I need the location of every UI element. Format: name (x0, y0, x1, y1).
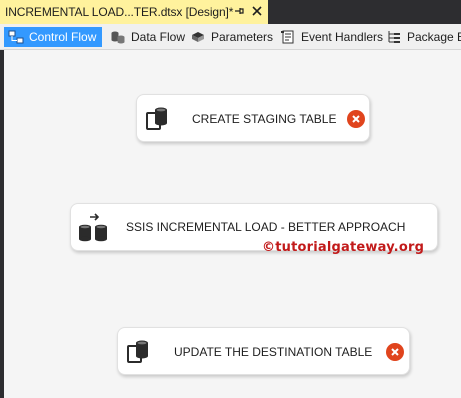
execute-sql-task-icon (124, 336, 154, 366)
task-label: CREATE STAGING TABLE (192, 112, 337, 126)
tab-parameters[interactable]: Parameters (186, 27, 273, 47)
tab-label: Package Ex (407, 30, 461, 44)
task-label: SSIS INCREMENTAL LOAD - BETTER APPROACH (126, 220, 406, 234)
tab-label: Data Flow (131, 30, 186, 44)
tab-label: Parameters (211, 30, 274, 44)
task-create-staging-table[interactable]: CREATE STAGING TABLE (136, 94, 370, 142)
error-icon (347, 110, 365, 128)
parameters-icon (190, 29, 206, 45)
tab-label: Control Flow (29, 30, 97, 44)
data-flow-task-icon (76, 213, 110, 243)
tab-label: Event Handlers (301, 30, 384, 44)
close-icon[interactable] (249, 3, 265, 19)
pin-icon[interactable] (232, 4, 246, 18)
watermark: ©tutorialgateway.org (262, 240, 425, 255)
tab-event-handlers[interactable]: Event Handlers (276, 27, 383, 47)
tab-data-flow[interactable]: Data Flow (106, 27, 185, 47)
execute-sql-task-icon (143, 103, 173, 133)
task-label: UPDATE THE DESTINATION TABLE (174, 345, 373, 359)
package-explorer-icon (386, 29, 402, 45)
control-flow-icon (8, 29, 24, 45)
task-update-destination-table[interactable]: UPDATE THE DESTINATION TABLE (117, 327, 410, 375)
document-tab[interactable]: INCREMENTAL LOAD...TER.dtsx [Design]* (0, 0, 268, 24)
designer-tab-bar: Control Flow Data Flow Parameters Event … (0, 24, 461, 50)
document-tab-strip: INCREMENTAL LOAD...TER.dtsx [Design]* (0, 0, 461, 24)
error-icon (386, 343, 404, 361)
tab-control-flow[interactable]: Control Flow (4, 27, 102, 47)
document-tab-title: INCREMENTAL LOAD...TER.dtsx [Design]* (5, 5, 234, 19)
event-handlers-icon (280, 29, 296, 45)
tab-package-explorer[interactable]: Package Ex (382, 27, 461, 47)
canvas-border (0, 50, 4, 398)
data-flow-icon (110, 29, 126, 45)
